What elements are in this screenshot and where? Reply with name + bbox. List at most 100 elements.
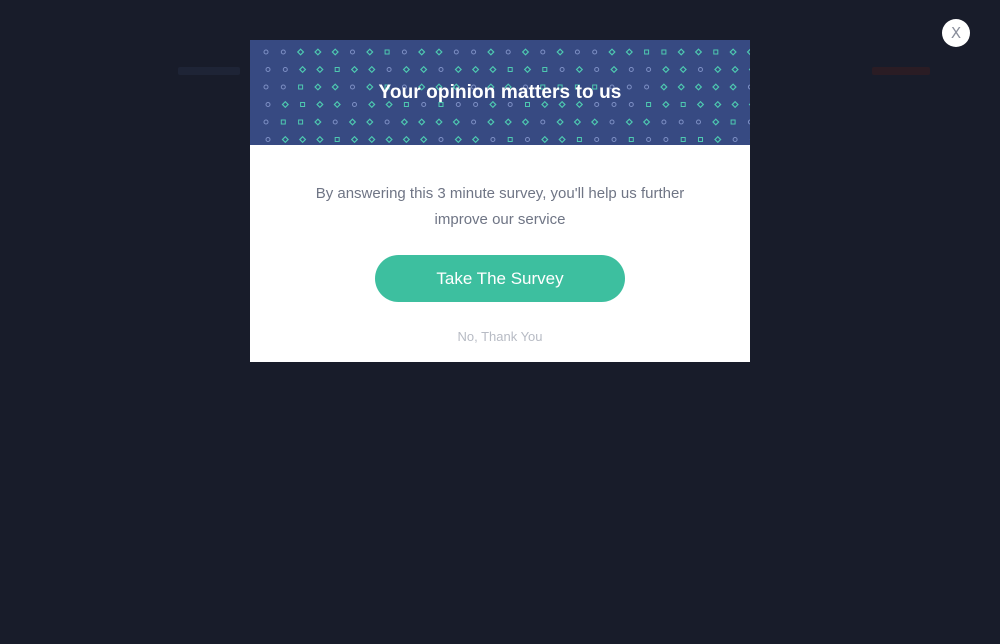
pattern-shape: [454, 135, 462, 144]
pattern-shape: [314, 118, 322, 126]
pattern-shape: [280, 84, 286, 90]
popup-message: By answering this 3 minute survey, you'l…: [315, 185, 685, 228]
pattern-shape: [366, 48, 374, 56]
pattern-shape: [265, 137, 271, 142]
pattern-shape: [556, 118, 564, 126]
pattern-shape: [368, 100, 376, 109]
pattern-shape: [386, 67, 392, 72]
pattern-shape: [435, 118, 443, 126]
pattern-shape: [540, 119, 546, 125]
pattern-shape: [591, 118, 599, 126]
pattern-shape: [712, 83, 720, 91]
pattern-shape: [644, 49, 650, 55]
pattern-shape: [263, 119, 269, 125]
pattern-shape: [368, 135, 376, 144]
pattern-shape: [452, 118, 460, 126]
pattern-shape: [714, 100, 722, 109]
pattern-shape: [489, 65, 497, 74]
pattern-shape: [420, 65, 428, 74]
pattern-shape: [487, 48, 495, 56]
pattern-shape: [507, 137, 513, 142]
popup-header: Your opinion matters to us: [250, 40, 750, 145]
no-thanks-link[interactable]: No, Thank You: [250, 329, 750, 344]
pattern-shape: [594, 67, 600, 72]
pattern-shape: [438, 137, 444, 142]
pattern-shape: [646, 102, 652, 107]
pattern-shape: [420, 135, 428, 144]
pattern-shape: [625, 118, 633, 126]
pattern-shape: [625, 48, 633, 56]
pattern-shape: [350, 135, 359, 144]
pattern-shape: [402, 65, 411, 74]
pattern-shape: [662, 65, 670, 74]
pattern-shape: [280, 49, 286, 55]
pattern-shape: [628, 137, 634, 142]
pattern-shape: [298, 119, 304, 125]
pattern-shape: [594, 137, 600, 142]
pattern-shape: [385, 135, 393, 144]
pattern-shape: [574, 49, 580, 55]
pattern-shape: [731, 65, 739, 74]
survey-popup: Your opinion matters to us By answering …: [250, 40, 750, 362]
pattern-shape: [333, 100, 341, 109]
pattern-shape: [729, 83, 737, 91]
pattern-shape: [263, 49, 269, 55]
pattern-shape: [352, 102, 357, 107]
pattern-shape: [730, 119, 736, 125]
pattern-shape: [523, 65, 532, 74]
pattern-shape: [507, 67, 513, 72]
pattern-shape: [296, 48, 305, 56]
pattern-shape: [677, 48, 685, 56]
pattern-shape: [384, 119, 390, 125]
pattern-shape: [366, 118, 374, 126]
pattern-shape: [435, 48, 443, 56]
pattern-shape: [334, 67, 340, 72]
pattern-shape: [300, 102, 306, 107]
pattern-shape: [265, 102, 271, 107]
pattern-shape: [732, 137, 738, 142]
pattern-shape: [644, 84, 650, 90]
pattern-shape: [298, 65, 307, 74]
pattern-shape: [331, 83, 339, 91]
pattern-shape: [418, 48, 426, 56]
pattern-shape: [331, 48, 339, 56]
pattern-shape: [573, 118, 582, 126]
pattern-shape: [731, 100, 739, 109]
pattern-shape: [609, 119, 615, 125]
pattern-shape: [541, 135, 549, 144]
pattern-shape: [334, 137, 340, 142]
pattern-shape: [642, 118, 651, 126]
pattern-shape: [626, 84, 632, 90]
pattern-shape: [348, 118, 357, 126]
pattern-shape: [680, 102, 686, 107]
pattern-shape: [575, 65, 584, 74]
pattern-shape: [281, 135, 289, 144]
close-button[interactable]: X: [942, 19, 970, 47]
pattern-shape: [471, 65, 480, 74]
pattern-shape: [540, 49, 546, 55]
pattern-shape: [521, 118, 530, 126]
take-survey-button[interactable]: Take The Survey: [375, 255, 625, 302]
pattern-shape: [698, 137, 703, 142]
pattern-shape: [282, 67, 288, 72]
pattern-shape: [471, 49, 477, 55]
pattern-shape: [713, 49, 719, 55]
pattern-shape: [438, 67, 444, 72]
pattern-shape: [628, 102, 634, 107]
pattern-shape: [525, 137, 530, 142]
pattern-shape: [694, 83, 703, 91]
pattern-shape: [471, 135, 480, 144]
pattern-shape: [263, 84, 269, 90]
pattern-shape: [663, 137, 669, 142]
pattern-shape: [679, 65, 687, 74]
popup-title: Your opinion matters to us: [378, 81, 622, 103]
pattern-shape: [471, 119, 477, 125]
pattern-shape: [662, 100, 670, 109]
pattern-shape: [696, 100, 705, 109]
pattern-shape: [402, 135, 411, 144]
background-header-button: [872, 67, 930, 75]
popup-body: By answering this 3 minute survey, you'l…: [250, 145, 750, 344]
pattern-shape: [558, 135, 566, 144]
pattern-shape: [610, 65, 618, 74]
pattern-shape: [281, 100, 289, 109]
